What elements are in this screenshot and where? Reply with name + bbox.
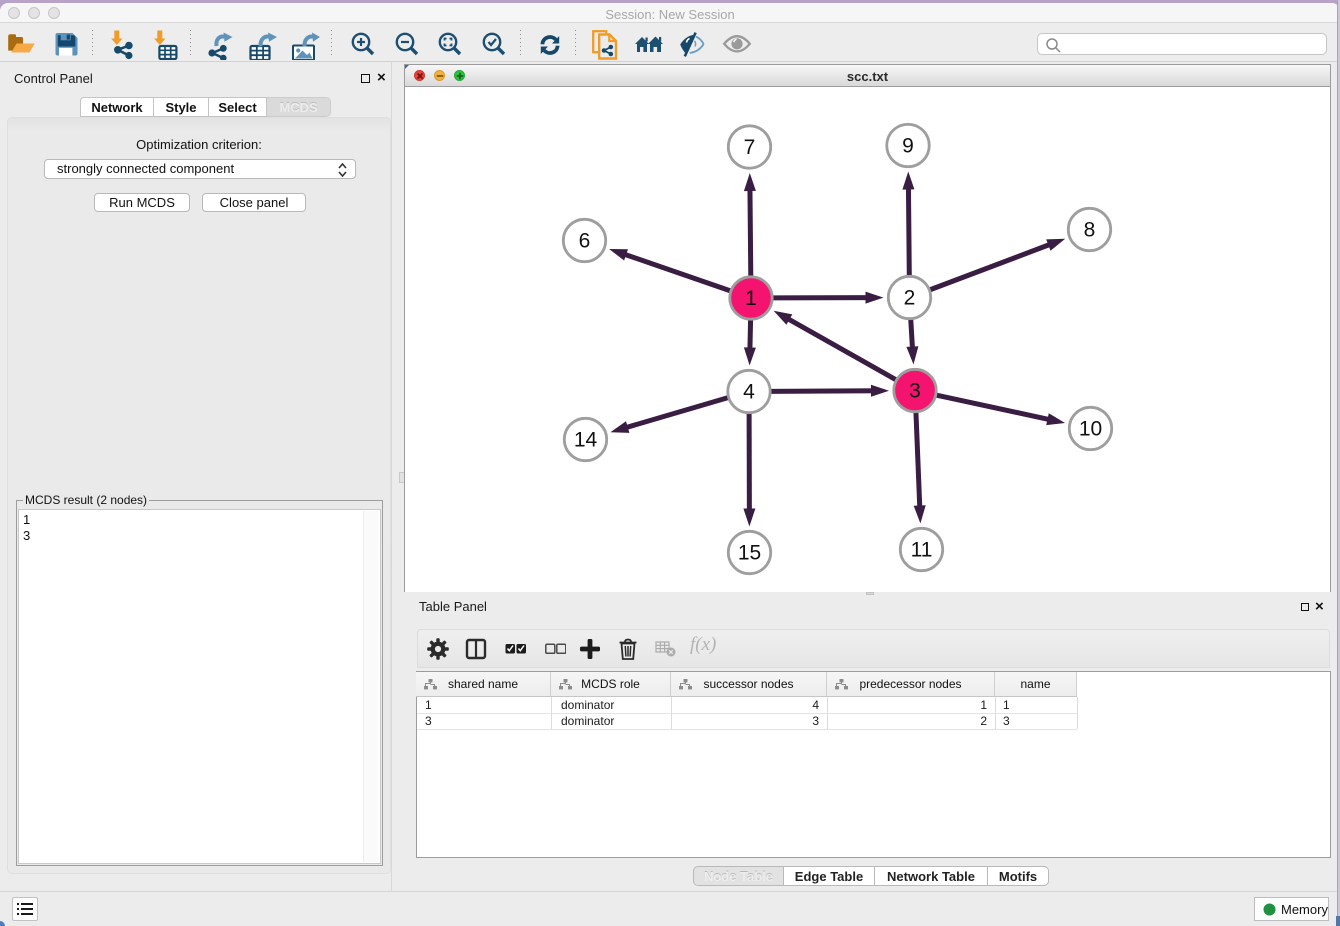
svg-text:11: 11 bbox=[911, 539, 933, 562]
svg-text:7: 7 bbox=[744, 136, 756, 159]
svg-text:15: 15 bbox=[738, 542, 761, 565]
svg-text:10: 10 bbox=[1079, 418, 1102, 441]
svg-text:2: 2 bbox=[904, 287, 916, 310]
svg-text:6: 6 bbox=[579, 230, 591, 253]
svg-text:14: 14 bbox=[574, 429, 598, 452]
svg-text:8: 8 bbox=[1084, 219, 1096, 242]
svg-text:3: 3 bbox=[909, 380, 921, 403]
svg-text:1: 1 bbox=[745, 287, 757, 310]
svg-text:9: 9 bbox=[902, 135, 914, 158]
svg-text:4: 4 bbox=[743, 381, 755, 404]
